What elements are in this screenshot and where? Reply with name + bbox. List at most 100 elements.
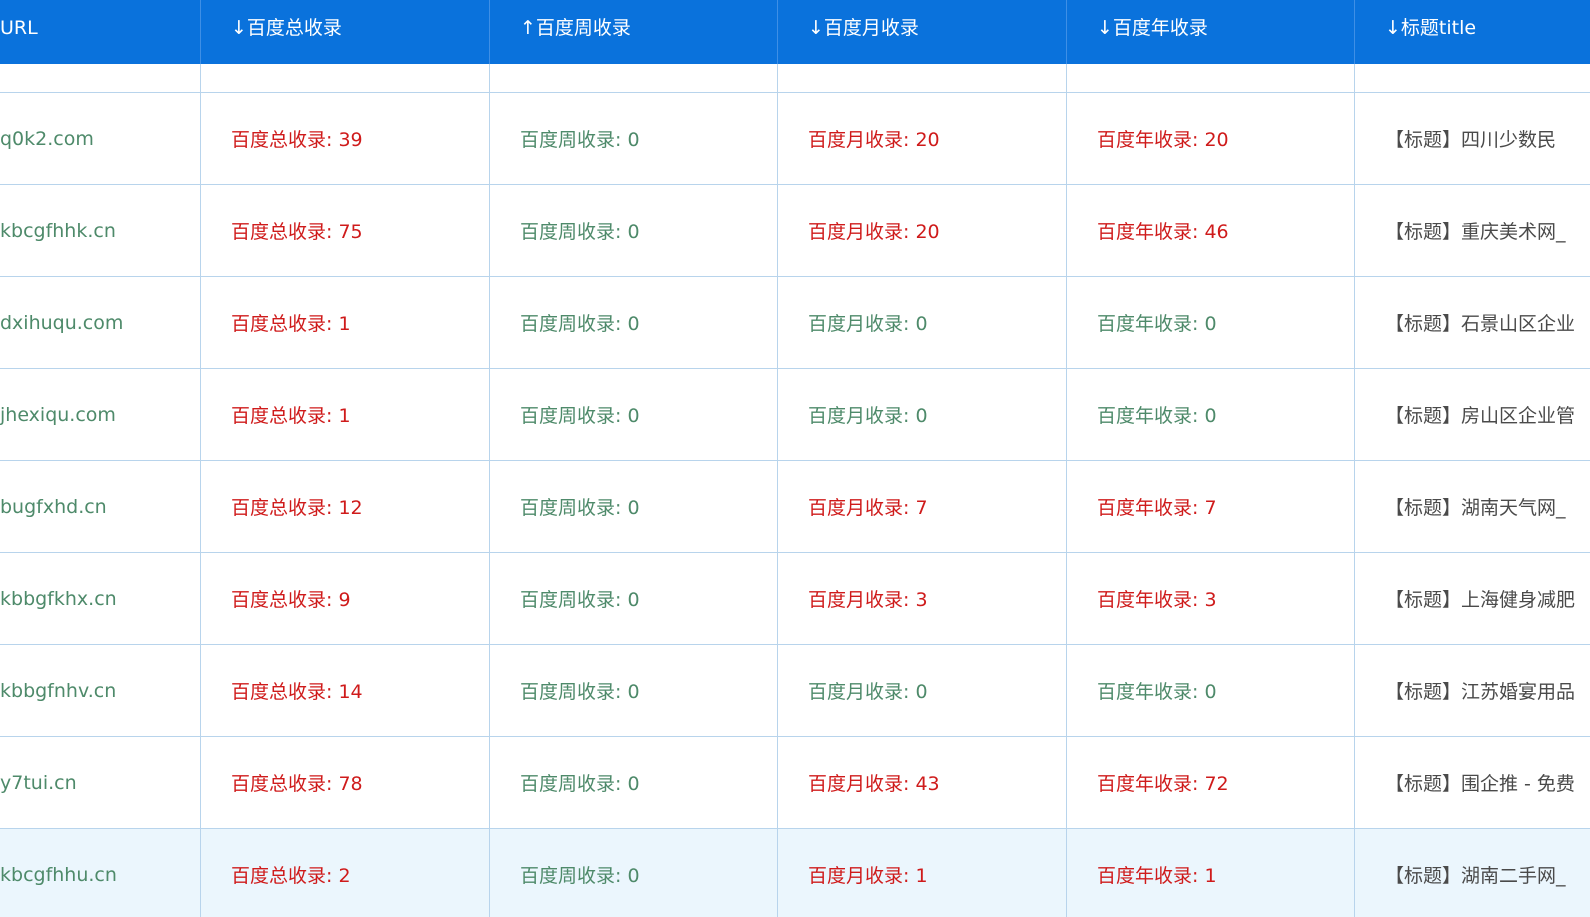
weekly-index-cell: 百度周收录: 0 xyxy=(490,829,778,917)
weekly-index-cell: 百度周收录: 0 xyxy=(490,553,778,644)
spacer-cell xyxy=(490,64,778,92)
column-header-total-index[interactable]: ↓百度总收录 xyxy=(201,0,490,64)
yearly-index-cell: 百度年收录: 0 xyxy=(1067,277,1355,368)
monthly-index-text: 百度月收录: 20 xyxy=(808,221,940,243)
title-text: 【标题】四川少数民 xyxy=(1385,129,1557,151)
weekly-index-cell: 百度周收录: 0 xyxy=(490,461,778,552)
url-cell: kbbgfkhx.cn xyxy=(0,553,201,644)
weekly-index-cell: 百度周收录: 0 xyxy=(490,737,778,828)
monthly-index-text: 百度月收录: 0 xyxy=(808,405,928,427)
column-header-url[interactable]: URL xyxy=(0,0,201,64)
spacer-cell xyxy=(1355,64,1590,92)
weekly-index-text: 百度周收录: 0 xyxy=(520,681,640,703)
weekly-index-text: 百度周收录: 0 xyxy=(520,221,640,243)
total-index-text: 百度总收录: 2 xyxy=(231,865,351,887)
yearly-index-cell: 百度年收录: 0 xyxy=(1067,645,1355,736)
title-text: 【标题】上海健身减肥 xyxy=(1385,589,1576,611)
total-index-cell: 百度总收录: 12 xyxy=(201,461,490,552)
url-cell: bugfxhd.cn xyxy=(0,461,201,552)
title-cell: 【标题】房山区企业管 xyxy=(1355,369,1590,460)
table-row: y7tui.cn 百度总收录: 78 百度周收录: 0 百度月收录: 43 百度年收录:… xyxy=(0,736,1590,828)
weekly-index-cell: 百度周收录: 0 xyxy=(490,185,778,276)
weekly-index-text: 百度周收录: 0 xyxy=(520,313,640,335)
title-cell: 【标题】重庆美术网_ xyxy=(1355,185,1590,276)
total-index-cell: 百度总收录: 2 xyxy=(201,829,490,917)
yearly-index-cell: 百度年收录: 7 xyxy=(1067,461,1355,552)
weekly-index-text: 百度周收录: 0 xyxy=(520,405,640,427)
weekly-index-cell: 百度周收录: 0 xyxy=(490,369,778,460)
url-text[interactable]: bugfxhd.cn xyxy=(0,496,107,518)
title-cell: 【标题】围企推 - 免费 xyxy=(1355,737,1590,828)
spacer-cell xyxy=(0,64,201,92)
column-header-yearly-index[interactable]: ↓百度年收录 xyxy=(1067,0,1355,64)
monthly-index-text: 百度月收录: 3 xyxy=(808,589,928,611)
weekly-index-text: 百度周收录: 0 xyxy=(520,773,640,795)
column-header-weekly-index[interactable]: ↑百度周收录 xyxy=(490,0,778,64)
weekly-index-text: 百度周收录: 0 xyxy=(520,497,640,519)
monthly-index-cell: 百度月收录: 7 xyxy=(778,461,1067,552)
monthly-index-text: 百度月收录: 20 xyxy=(808,129,940,151)
title-cell: 【标题】四川少数民 xyxy=(1355,93,1590,184)
url-text[interactable]: kbcgfhhk.cn xyxy=(0,220,116,242)
total-index-text: 百度总收录: 1 xyxy=(231,313,351,335)
url-cell: kbcgfhhk.cn xyxy=(0,185,201,276)
monthly-index-text: 百度月收录: 7 xyxy=(808,497,928,519)
yearly-index-text: 百度年收录: 46 xyxy=(1097,221,1229,243)
url-cell: q0k2.com xyxy=(0,93,201,184)
weekly-index-text: 百度周收录: 0 xyxy=(520,589,640,611)
url-text[interactable]: q0k2.com xyxy=(0,128,94,150)
yearly-index-text: 百度年收录: 0 xyxy=(1097,681,1217,703)
yearly-index-text: 百度年收录: 3 xyxy=(1097,589,1217,611)
title-cell: 【标题】江苏婚宴用品 xyxy=(1355,645,1590,736)
title-cell: 【标题】湖南二手网_ xyxy=(1355,829,1590,917)
url-cell: y7tui.cn xyxy=(0,737,201,828)
weekly-index-cell: 百度周收录: 0 xyxy=(490,645,778,736)
total-index-cell: 百度总收录: 39 xyxy=(201,93,490,184)
title-cell: 【标题】石景山区企业 xyxy=(1355,277,1590,368)
url-cell: kbcgfhhu.cn xyxy=(0,829,201,917)
monthly-index-text: 百度月收录: 0 xyxy=(808,313,928,335)
monthly-index-text: 百度月收录: 1 xyxy=(808,865,928,887)
yearly-index-text: 百度年收录: 1 xyxy=(1097,865,1217,887)
total-index-text: 百度总收录: 9 xyxy=(231,589,351,611)
url-text[interactable]: kbcgfhhu.cn xyxy=(0,864,117,886)
column-header-monthly-index[interactable]: ↓百度月收录 xyxy=(778,0,1067,64)
table-body: q0k2.com 百度总收录: 39 百度周收录: 0 百度月收录: 20 百度年收录:… xyxy=(0,92,1590,917)
url-text[interactable]: y7tui.cn xyxy=(0,772,77,794)
total-index-cell: 百度总收录: 14 xyxy=(201,645,490,736)
title-cell: 【标题】湖南天气网_ xyxy=(1355,461,1590,552)
yearly-index-cell: 百度年收录: 1 xyxy=(1067,829,1355,917)
spacer-cell xyxy=(778,64,1067,92)
yearly-index-cell: 百度年收录: 3 xyxy=(1067,553,1355,644)
total-index-text: 百度总收录: 78 xyxy=(231,773,363,795)
title-cell: 【标题】上海健身减肥 xyxy=(1355,553,1590,644)
total-index-text: 百度总收录: 14 xyxy=(231,681,363,703)
total-index-text: 百度总收录: 1 xyxy=(231,405,351,427)
monthly-index-cell: 百度月收录: 3 xyxy=(778,553,1067,644)
table-spacer-row xyxy=(0,64,1590,92)
total-index-text: 百度总收录: 12 xyxy=(231,497,363,519)
monthly-index-cell: 百度月收录: 20 xyxy=(778,185,1067,276)
url-text[interactable]: kbbgfnhv.cn xyxy=(0,680,116,702)
title-text: 【标题】湖南天气网_ xyxy=(1385,497,1566,519)
yearly-index-cell: 百度年收录: 72 xyxy=(1067,737,1355,828)
monthly-index-text: 百度月收录: 0 xyxy=(808,681,928,703)
total-index-cell: 百度总收录: 1 xyxy=(201,369,490,460)
weekly-index-text: 百度周收录: 0 xyxy=(520,865,640,887)
table-row: kbbgfnhv.cn 百度总收录: 14 百度周收录: 0 百度月收录: 0 百度年收… xyxy=(0,644,1590,736)
url-text[interactable]: dxihuqu.com xyxy=(0,312,123,334)
url-cell: jhexiqu.com xyxy=(0,369,201,460)
total-index-cell: 百度总收录: 1 xyxy=(201,277,490,368)
table-header: URL ↓百度总收录 ↑百度周收录 ↓百度月收录 ↓百度年收录 ↓标题title xyxy=(0,0,1590,64)
url-text[interactable]: kbbgfkhx.cn xyxy=(0,588,117,610)
yearly-index-text: 百度年收录: 7 xyxy=(1097,497,1217,519)
total-index-cell: 百度总收录: 75 xyxy=(201,185,490,276)
table-row: dxihuqu.com 百度总收录: 1 百度周收录: 0 百度月收录: 0 百度年收录… xyxy=(0,276,1590,368)
monthly-index-cell: 百度月收录: 0 xyxy=(778,277,1067,368)
table-row: kbcgfhhu.cn 百度总收录: 2 百度周收录: 0 百度月收录: 1 百度年收录… xyxy=(0,828,1590,917)
url-text[interactable]: jhexiqu.com xyxy=(0,404,116,426)
spacer-cell xyxy=(201,64,490,92)
monthly-index-cell: 百度月收录: 0 xyxy=(778,369,1067,460)
column-header-title[interactable]: ↓标题title xyxy=(1355,0,1590,64)
total-index-cell: 百度总收录: 9 xyxy=(201,553,490,644)
